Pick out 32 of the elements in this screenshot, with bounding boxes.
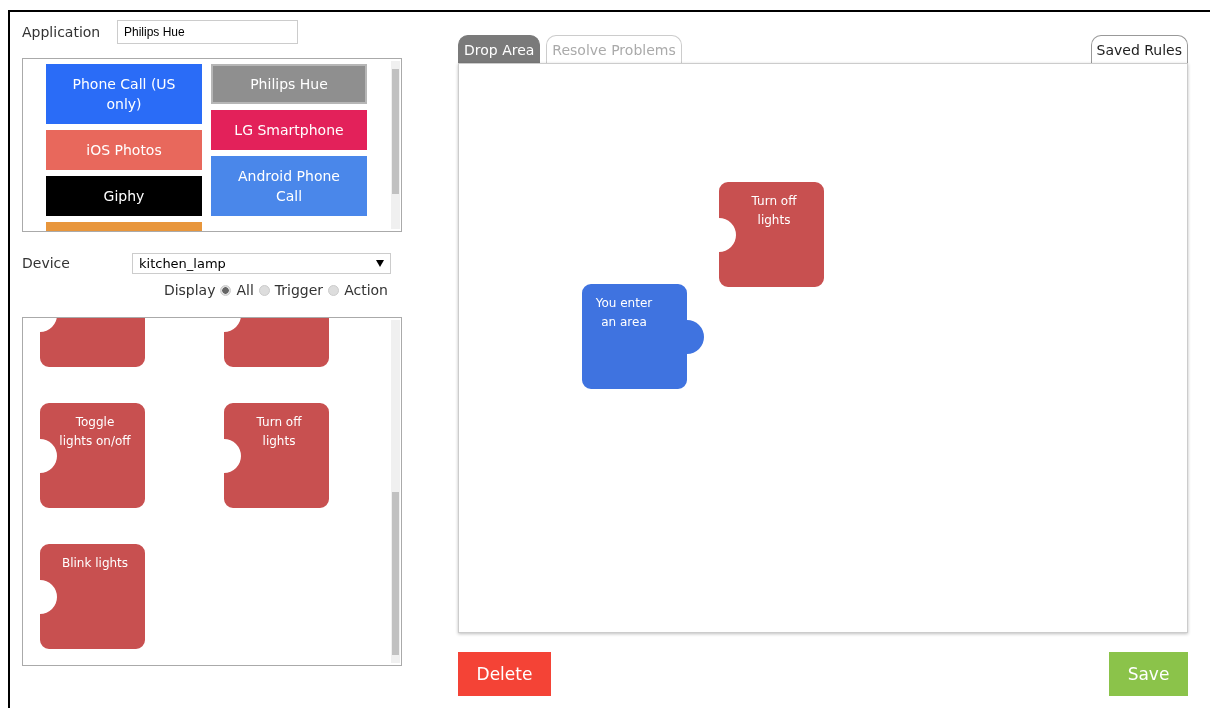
- application-field[interactable]: Philips Hue: [117, 20, 298, 44]
- tab[interactable]: Saved Rules: [1090, 35, 1188, 63]
- tab[interactable]: Drop Area: [458, 35, 541, 63]
- radio-button[interactable]: [258, 284, 270, 296]
- app-tile[interactable]: Giphy: [46, 176, 202, 216]
- app-tile[interactable]: LG Smartphone: [211, 110, 367, 150]
- piece-label: Turn off lights: [255, 414, 303, 450]
- app-tile[interactable]: Phone Call (US only): [46, 64, 202, 124]
- device-dropdown[interactable]: kitchen_lamp: [132, 252, 391, 274]
- device-label: Device: [22, 255, 71, 271]
- piece-label: Turn off lights: [750, 193, 798, 229]
- display-label: Display: [163, 282, 216, 298]
- delete-button[interactable]: Delete: [458, 652, 551, 696]
- radio-label[interactable]: All: [236, 282, 254, 298]
- puzzle-piece[interactable]: [719, 182, 825, 288]
- radio-label[interactable]: Trigger: [274, 282, 324, 298]
- radio-label[interactable]: Action: [344, 282, 388, 298]
- scrollbar[interactable]: [391, 61, 400, 229]
- scrollbar[interactable]: [391, 320, 400, 663]
- piece-label: You enter an area: [594, 295, 654, 331]
- caret-icon: [376, 259, 384, 267]
- app-tile[interactable]: Android Phone Call: [211, 156, 367, 216]
- piece-label: Blink lights: [60, 555, 130, 572]
- puzzle-piece[interactable]: [224, 403, 330, 509]
- puzzle-piece[interactable]: [40, 403, 146, 509]
- app-tile[interactable]: iOS Photos: [46, 130, 202, 170]
- puzzle-piece[interactable]: [40, 544, 146, 650]
- app-tile[interactable]: Philips Hue: [211, 64, 367, 104]
- application-label: Application: [22, 24, 102, 40]
- radio-button[interactable]: [328, 284, 340, 296]
- piece-label: Toggle lights on/off: [58, 414, 132, 450]
- radio-button[interactable]: [220, 284, 232, 296]
